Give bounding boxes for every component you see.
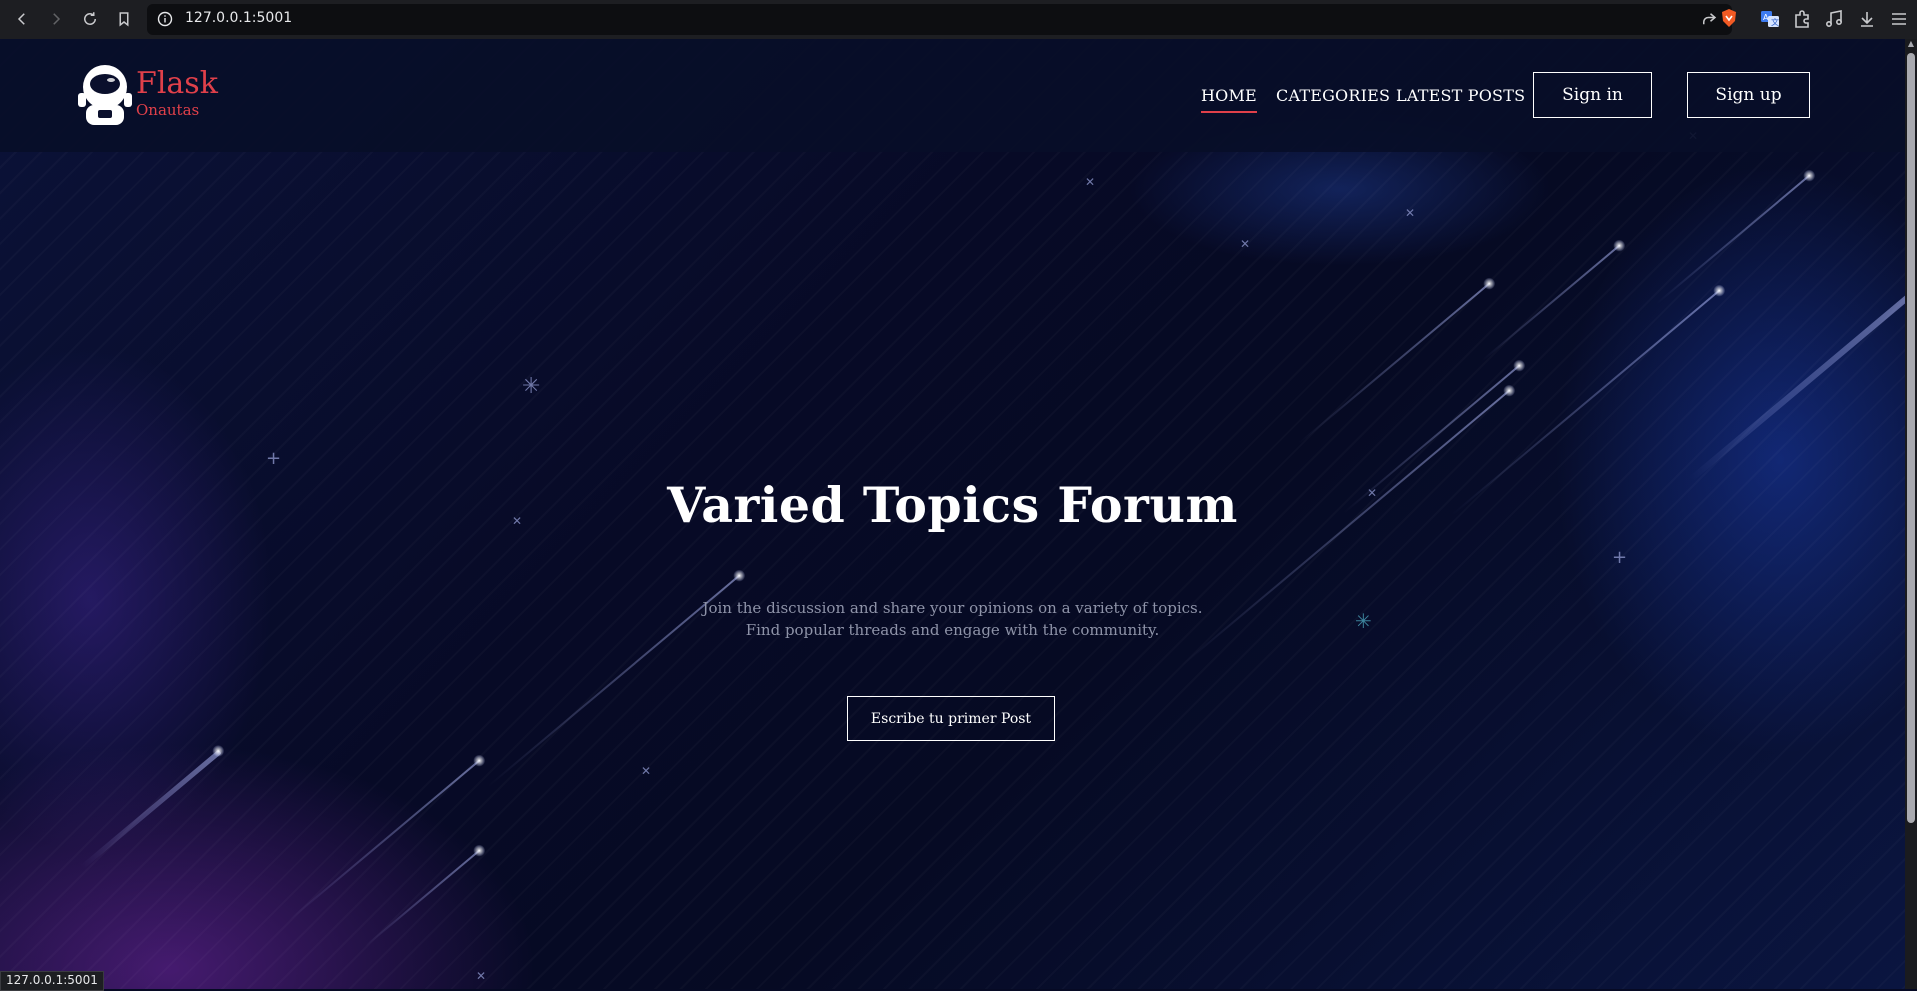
svg-text:A: A xyxy=(1763,13,1769,22)
nav-latest-posts[interactable]: LATEST POSTS xyxy=(1396,86,1525,105)
scroll-up-icon[interactable]: ▲ xyxy=(1905,39,1917,51)
sparkle-decoration: + xyxy=(1612,547,1628,568)
reload-icon[interactable] xyxy=(74,3,106,35)
page-viewport: ✕ ✕ ✕ ✕ ✕ ✕ ✳ + + ✳ ✕ ✕ Flask Onautas HO… xyxy=(0,39,1905,989)
hero-description-line: Join the discussion and share your opini… xyxy=(702,599,1203,617)
hero-description-line: Find popular threads and engage with the… xyxy=(745,621,1160,639)
logo-title: Flask xyxy=(136,66,218,101)
svg-text:文: 文 xyxy=(1771,17,1779,27)
site-logo[interactable]: Flask Onautas xyxy=(76,63,218,131)
site-info-icon[interactable] xyxy=(157,11,173,27)
extensions-icon[interactable] xyxy=(1792,9,1812,29)
browser-toolbar: 127.0.0.1:5001 A文 xyxy=(0,0,1917,39)
site-header: Flask Onautas HOME CATEGORIES LATEST POS… xyxy=(0,39,1905,152)
media-icon[interactable] xyxy=(1824,9,1844,29)
sparkle-decoration: ✕ xyxy=(1085,175,1096,189)
sparkle-decoration: + xyxy=(266,448,282,469)
brave-shield-icon[interactable] xyxy=(1719,8,1739,28)
sign-in-button[interactable]: Sign in xyxy=(1533,72,1652,118)
bookmark-icon[interactable] xyxy=(108,3,140,35)
address-bar[interactable]: 127.0.0.1:5001 xyxy=(147,4,1732,35)
scrollbar-thumb[interactable] xyxy=(1907,53,1915,823)
logo-subtitle: Onautas xyxy=(136,101,200,119)
translate-icon[interactable]: A文 xyxy=(1760,9,1780,29)
menu-icon[interactable] xyxy=(1889,9,1909,29)
back-icon[interactable] xyxy=(6,3,38,35)
sparkle-decoration: ✕ xyxy=(641,764,652,778)
sign-up-button[interactable]: Sign up xyxy=(1687,72,1810,118)
sparkle-decoration: ✕ xyxy=(1405,206,1416,220)
hero-title: Varied Topics Forum xyxy=(667,476,1238,534)
page-scrollbar[interactable]: ▲ xyxy=(1905,39,1917,989)
write-first-post-button[interactable]: Escribe tu primer Post xyxy=(847,696,1055,741)
forward-icon[interactable] xyxy=(40,3,72,35)
sparkle-decoration: ✕ xyxy=(1240,237,1251,251)
status-bar-url: 127.0.0.1:5001 xyxy=(0,971,104,991)
download-icon[interactable] xyxy=(1857,9,1877,29)
url-text[interactable]: 127.0.0.1:5001 xyxy=(185,10,292,26)
astronaut-icon xyxy=(78,65,132,125)
sparkle-decoration: ✕ xyxy=(476,969,487,983)
nav-categories[interactable]: CATEGORIES xyxy=(1276,86,1390,105)
share-icon[interactable] xyxy=(1700,10,1718,28)
hero-description: Join the discussion and share your opini… xyxy=(0,597,1905,641)
sparkle-decoration: ✳ xyxy=(522,374,541,399)
nav-home[interactable]: HOME xyxy=(1201,86,1257,113)
